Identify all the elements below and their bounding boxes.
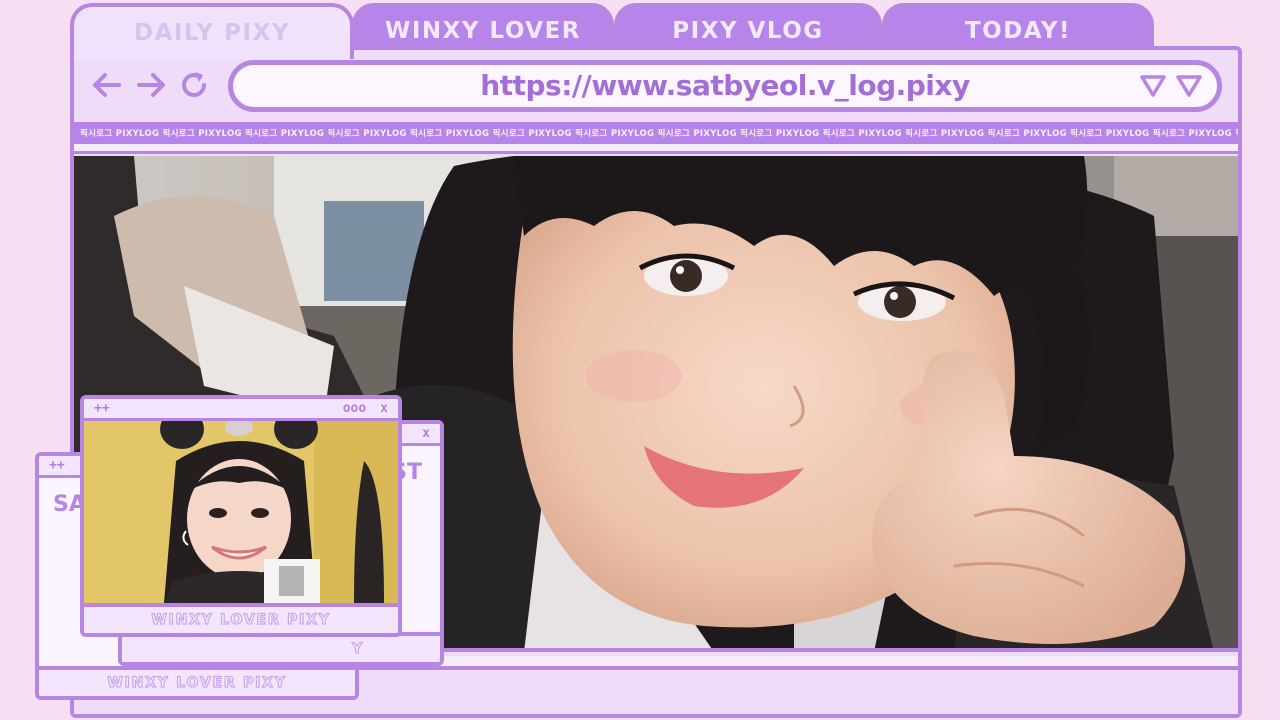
- address-bar[interactable]: https://www.satbyeol.v_log.pixy: [228, 60, 1222, 112]
- close-icon[interactable]: x: [422, 426, 430, 441]
- forward-button[interactable]: [134, 68, 168, 102]
- triangle-down-icon[interactable]: [1175, 73, 1203, 99]
- ticker-text: 픽시로그 PIXYLOG 픽시로그 PIXYLOG 픽시로그 PIXYLOG 픽…: [80, 129, 1238, 139]
- reload-button[interactable]: [178, 68, 212, 102]
- fansign-photo-illustration: [84, 421, 398, 603]
- arrow-left-icon: [93, 73, 121, 97]
- close-icon[interactable]: x: [380, 401, 388, 416]
- divider-strip: [74, 144, 1238, 154]
- popup-plus-icon[interactable]: ++: [94, 401, 110, 416]
- popup-window-front[interactable]: ++ ooo x WINXY LOVER PIXY: [80, 395, 402, 637]
- popup-titlebar: ++ ooo x: [84, 399, 398, 421]
- more-options-icon[interactable]: ooo: [343, 401, 366, 416]
- popup-plus-icon[interactable]: ++: [49, 458, 65, 473]
- navigation-bar: https://www.satbyeol.v_log.pixy: [74, 50, 1238, 124]
- triangle-down-icon[interactable]: [1139, 73, 1167, 99]
- popup-footer-label: WINXY LOVER PIXY: [39, 666, 355, 696]
- popup-photo: [84, 421, 398, 603]
- marquee-ticker: 픽시로그 PIXYLOG 픽시로그 PIXYLOG 픽시로그 PIXYLOG 픽…: [74, 122, 1238, 144]
- arrow-right-icon: [137, 73, 165, 97]
- back-button[interactable]: [90, 68, 124, 102]
- url-text: https://www.satbyeol.v_log.pixy: [480, 69, 970, 102]
- reload-icon: [182, 72, 206, 97]
- tab-daily-pixy[interactable]: DAILY PIXY: [70, 3, 354, 59]
- popup-footer-label: WINXY LOVER PIXY: [84, 603, 398, 633]
